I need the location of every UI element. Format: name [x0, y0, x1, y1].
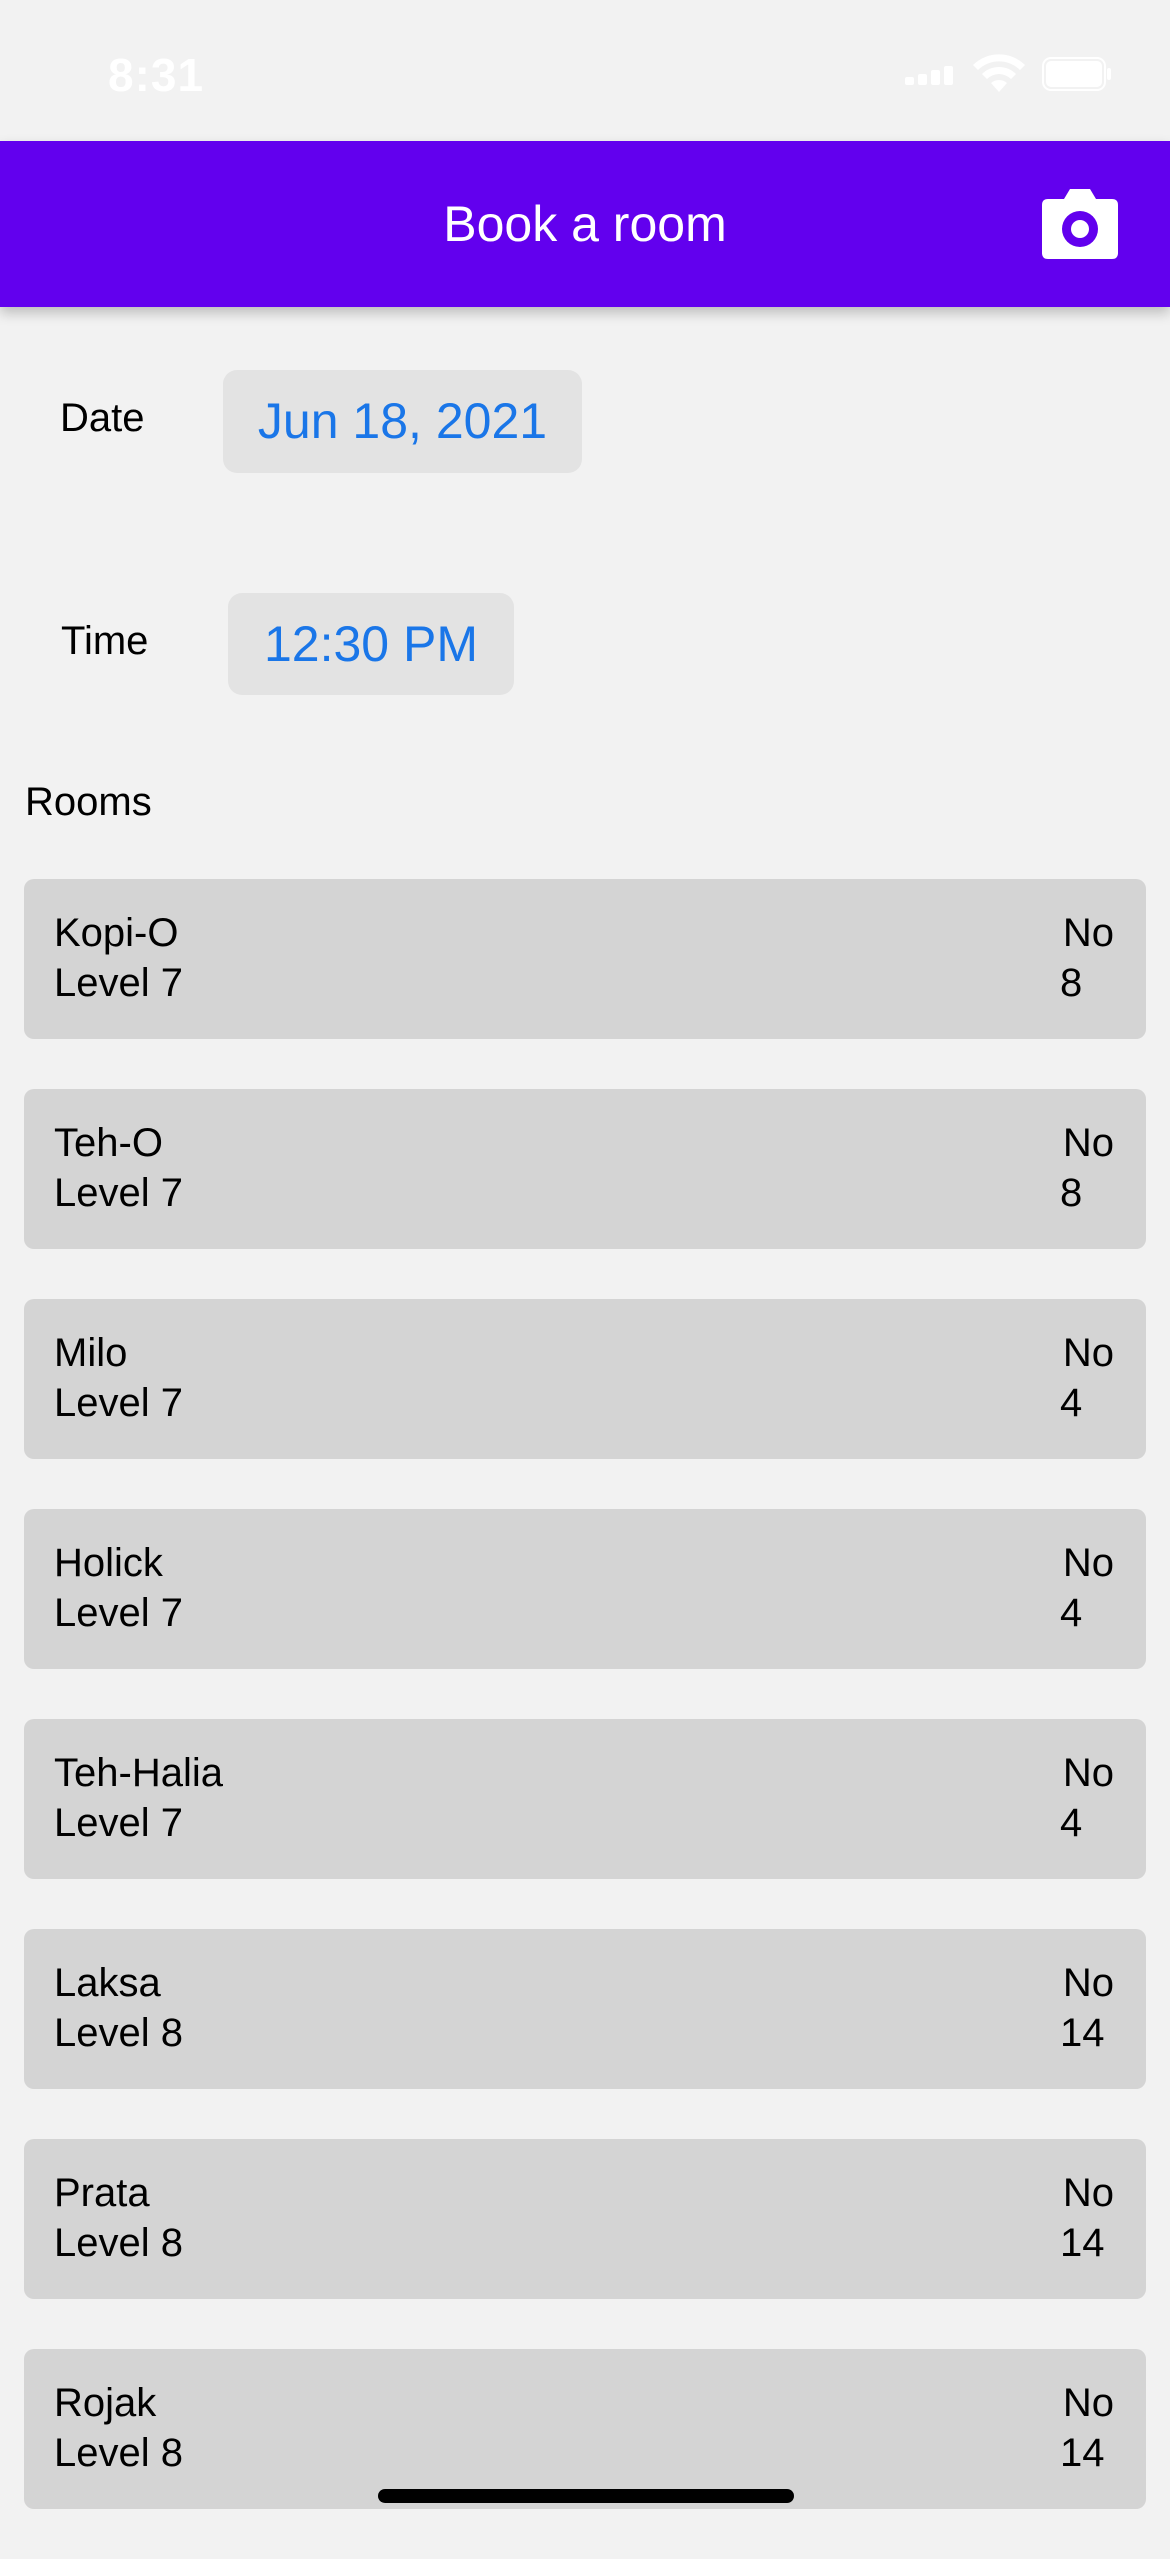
- room-capacity: 4: [1060, 1381, 1083, 1425]
- room-availability: No: [1062, 1121, 1114, 1165]
- battery-icon: [1042, 57, 1111, 91]
- room-availability: No: [1062, 1751, 1114, 1795]
- room-level: Level 8: [54, 2221, 183, 2265]
- room-card[interactable]: Holick Level 7 No 4: [24, 1509, 1146, 1669]
- room-capacity: 4: [1060, 1591, 1083, 1635]
- room-name: Milo: [54, 1331, 128, 1375]
- room-capacity: 14: [1060, 2011, 1105, 2055]
- room-card[interactable]: Laksa Level 8 No 14: [24, 1929, 1146, 2089]
- room-capacity: 8: [1060, 1171, 1083, 1215]
- room-card[interactable]: Teh-Halia Level 7 No 4: [24, 1719, 1146, 1879]
- room-availability: No: [1062, 1331, 1114, 1375]
- page-title: Book a room: [443, 196, 727, 252]
- room-level: Level 8: [54, 2011, 183, 2055]
- room-name: Laksa: [54, 1961, 161, 2005]
- home-indicator: [378, 2489, 794, 2503]
- room-level: Level 7: [54, 1381, 183, 1425]
- room-name: Teh-O: [54, 1121, 163, 1165]
- room-level: Level 7: [54, 1171, 183, 1215]
- room-capacity: 8: [1060, 961, 1083, 1005]
- room-availability: No: [1062, 1961, 1114, 2005]
- room-availability: No: [1062, 2171, 1114, 2215]
- camera-icon: [1042, 189, 1118, 259]
- rooms-section-title: Rooms: [25, 780, 152, 824]
- date-picker[interactable]: Jun 18, 2021: [223, 370, 582, 473]
- status-bar: 8:31: [0, 0, 1170, 140]
- room-name: Holick: [54, 1541, 163, 1585]
- time-picker[interactable]: 12:30 PM: [228, 593, 514, 695]
- room-card[interactable]: Prata Level 8 No 14: [24, 2139, 1146, 2299]
- room-capacity: 14: [1060, 2221, 1105, 2265]
- status-time: 8:31: [108, 49, 205, 101]
- room-level: Level 7: [54, 961, 183, 1005]
- room-availability: No: [1062, 1541, 1114, 1585]
- room-name: Rojak: [54, 2381, 157, 2425]
- wifi-icon: [973, 54, 1025, 92]
- room-name: Kopi-O: [54, 911, 179, 955]
- room-capacity: 14: [1060, 2431, 1105, 2475]
- room-card[interactable]: Teh-O Level 7 No 8: [24, 1089, 1146, 1249]
- room-name: Teh-Halia: [54, 1751, 223, 1795]
- room-availability: No: [1062, 2381, 1114, 2425]
- room-name: Prata: [54, 2171, 150, 2215]
- room-level: Level 7: [54, 1801, 183, 1845]
- room-level: Level 7: [54, 1591, 183, 1635]
- camera-button[interactable]: [1040, 185, 1120, 261]
- time-label: Time: [61, 619, 149, 663]
- date-label: Date: [60, 396, 145, 440]
- room-capacity: 4: [1060, 1801, 1083, 1845]
- room-availability: No: [1062, 911, 1114, 955]
- room-card[interactable]: Kopi-O Level 7 No 8: [24, 879, 1146, 1039]
- cellular-signal-icon: [905, 65, 955, 85]
- room-list: Kopi-O Level 7 No 8 Teh-O Level 7 No 8 M…: [24, 879, 1146, 2559]
- app-header: Book a room: [0, 141, 1170, 307]
- room-card[interactable]: Milo Level 7 No 4: [24, 1299, 1146, 1459]
- room-card[interactable]: Rojak Level 8 No 14: [24, 2349, 1146, 2509]
- room-level: Level 8: [54, 2431, 183, 2475]
